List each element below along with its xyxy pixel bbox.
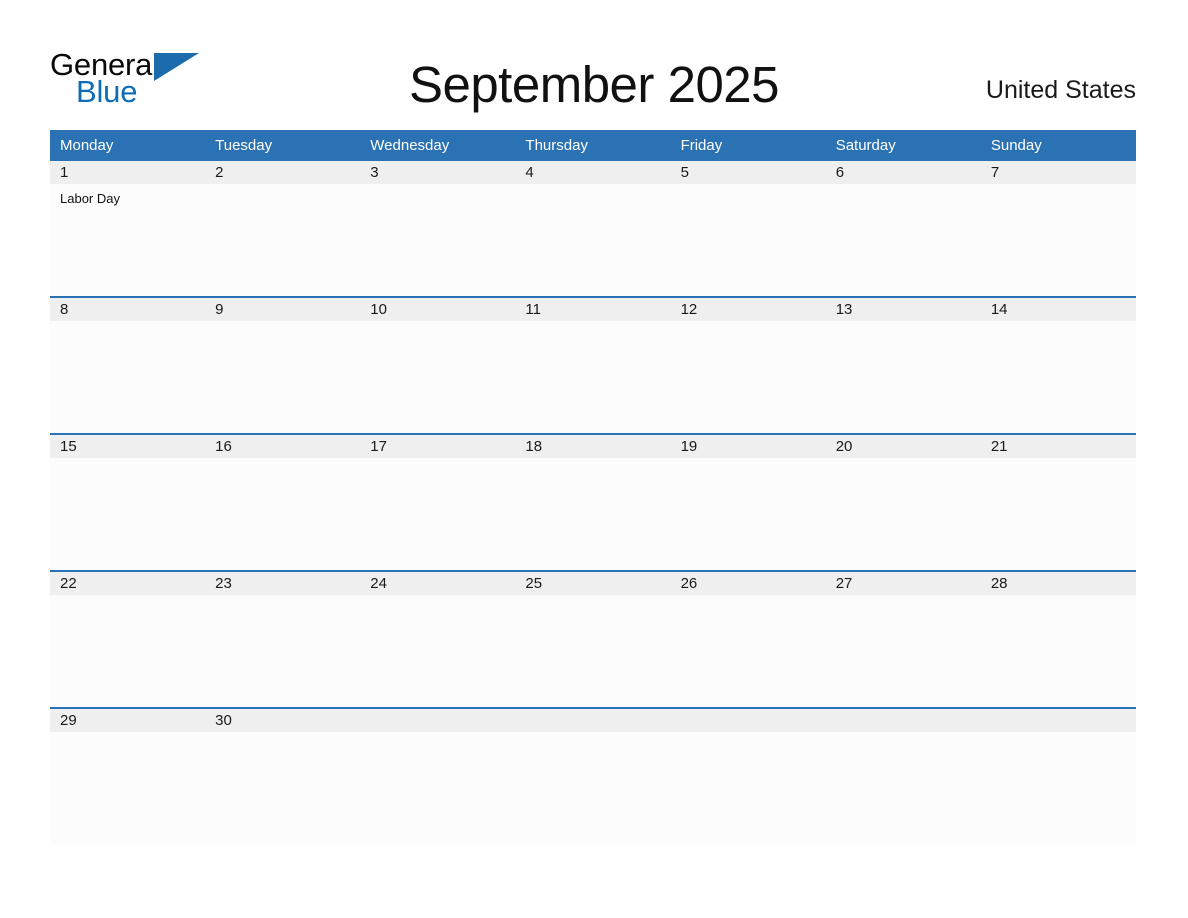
day-cell[interactable] [205, 732, 360, 844]
calendar-page: { "brand": { "name_line1": "General", "n… [0, 0, 1188, 918]
calendar-week-row: 15 16 17 18 19 20 21 [50, 433, 1136, 570]
day-number[interactable]: 21 [981, 435, 1136, 458]
day-cell[interactable] [981, 595, 1136, 707]
day-number[interactable]: 28 [981, 572, 1136, 595]
day-number-empty [360, 709, 515, 732]
day-number[interactable]: 5 [671, 161, 826, 184]
day-cell[interactable] [515, 458, 670, 570]
day-number-strip: 15 16 17 18 19 20 21 [50, 435, 1136, 458]
day-cell[interactable] [360, 184, 515, 296]
day-body-strip [50, 732, 1136, 844]
calendar-weeks: 1 2 3 4 5 6 7 Labor Day 8 9 10 11 12 13 14 15 16 17 18 19 20… [50, 161, 1136, 844]
day-cell[interactable] [826, 595, 981, 707]
day-number[interactable]: 17 [360, 435, 515, 458]
page-header: General Blue September 2025 United State… [0, 0, 1188, 130]
weekday-header-thursday: Thursday [525, 137, 588, 154]
day-number[interactable]: 7 [981, 161, 1136, 184]
day-cell[interactable] [50, 458, 205, 570]
day-number[interactable]: 22 [50, 572, 205, 595]
day-number[interactable]: 18 [515, 435, 670, 458]
weekday-header-sunday: Sunday [990, 137, 1042, 154]
day-cell[interactable] [671, 458, 826, 570]
weekday-header-saturday: Saturday [835, 137, 896, 154]
day-number[interactable]: 30 [205, 709, 360, 732]
day-number[interactable]: 29 [50, 709, 205, 732]
day-number[interactable]: 8 [50, 298, 205, 321]
day-cell[interactable] [981, 458, 1136, 570]
day-body-strip [50, 321, 1136, 433]
day-cell[interactable] [515, 184, 670, 296]
day-number[interactable]: 19 [671, 435, 826, 458]
calendar-week-row: 1 2 3 4 5 6 7 Labor Day [50, 161, 1136, 296]
weekday-header-monday: Monday [60, 137, 114, 154]
day-number[interactable]: 13 [826, 298, 981, 321]
day-cell[interactable] [671, 732, 826, 844]
weekday-header-wednesday: Wednesday [370, 137, 450, 154]
day-number[interactable]: 1 [50, 161, 205, 184]
day-number-strip: 1234567 [50, 161, 1136, 184]
calendar-week-row: 8 9 10 11 12 13 14 [50, 296, 1136, 433]
day-cell[interactable] [360, 595, 515, 707]
weekday-header-friday: Friday [680, 137, 723, 154]
calendar-week-row: 29 30 [50, 707, 1136, 844]
day-number[interactable]: 6 [826, 161, 981, 184]
day-number-empty [515, 709, 670, 732]
day-cell[interactable] [826, 321, 981, 433]
day-cell[interactable] [205, 595, 360, 707]
day-number[interactable]: 12 [671, 298, 826, 321]
day-number[interactable]: 11 [515, 298, 670, 321]
day-number[interactable]: 27 [826, 572, 981, 595]
day-cell[interactable] [981, 321, 1136, 433]
day-cell[interactable] [515, 321, 670, 433]
day-cell[interactable] [671, 595, 826, 707]
day-cell[interactable] [671, 184, 826, 296]
day-cell[interactable] [205, 321, 360, 433]
day-number-strip: 22 23 24 25 26 27 28 [50, 572, 1136, 595]
day-number[interactable]: 2 [205, 161, 360, 184]
day-number[interactable]: 3 [360, 161, 515, 184]
day-cell[interactable] [826, 458, 981, 570]
calendar-grid: Monday Tuesday Wednesday Thursday Friday… [50, 130, 1136, 844]
day-cell[interactable] [205, 458, 360, 570]
day-number[interactable]: 20 [826, 435, 981, 458]
weekday-header-row: Monday Tuesday Wednesday Thursday Friday… [50, 130, 1136, 161]
day-number[interactable]: 24 [360, 572, 515, 595]
day-number[interactable]: 9 [205, 298, 360, 321]
day-number[interactable]: 10 [360, 298, 515, 321]
day-event: Labor Day [60, 191, 120, 206]
day-number-empty [671, 709, 826, 732]
calendar-week-row: 22 23 24 25 26 27 28 [50, 570, 1136, 707]
day-number-strip: 8 9 10 11 12 13 14 [50, 298, 1136, 321]
day-cell[interactable] [360, 321, 515, 433]
day-cell[interactable] [981, 732, 1136, 844]
day-cell[interactable] [360, 458, 515, 570]
day-cell[interactable] [360, 732, 515, 844]
day-cell[interactable] [515, 732, 670, 844]
day-body-strip [50, 458, 1136, 570]
day-cell[interactable]: Labor Day [50, 184, 205, 296]
day-number-empty [826, 709, 981, 732]
day-number[interactable]: 25 [515, 572, 670, 595]
day-cell[interactable] [50, 321, 205, 433]
day-cell[interactable] [671, 321, 826, 433]
day-number-empty [981, 709, 1136, 732]
day-cell[interactable] [981, 184, 1136, 296]
day-cell[interactable] [826, 184, 981, 296]
day-number[interactable]: 4 [515, 161, 670, 184]
day-cell[interactable] [50, 732, 205, 844]
day-cell[interactable] [826, 732, 981, 844]
day-cell[interactable] [205, 184, 360, 296]
day-body-strip: Labor Day [50, 184, 1136, 296]
day-number[interactable]: 15 [50, 435, 205, 458]
country-label: United States [985, 76, 1136, 104]
day-body-strip [50, 595, 1136, 707]
day-number[interactable]: 16 [205, 435, 360, 458]
day-cell[interactable] [515, 595, 670, 707]
day-number-strip: 29 30 [50, 709, 1136, 732]
weekday-header-tuesday: Tuesday [215, 137, 273, 154]
day-number[interactable]: 26 [671, 572, 826, 595]
day-number[interactable]: 23 [205, 572, 360, 595]
day-number[interactable]: 14 [981, 298, 1136, 321]
day-cell[interactable] [50, 595, 205, 707]
